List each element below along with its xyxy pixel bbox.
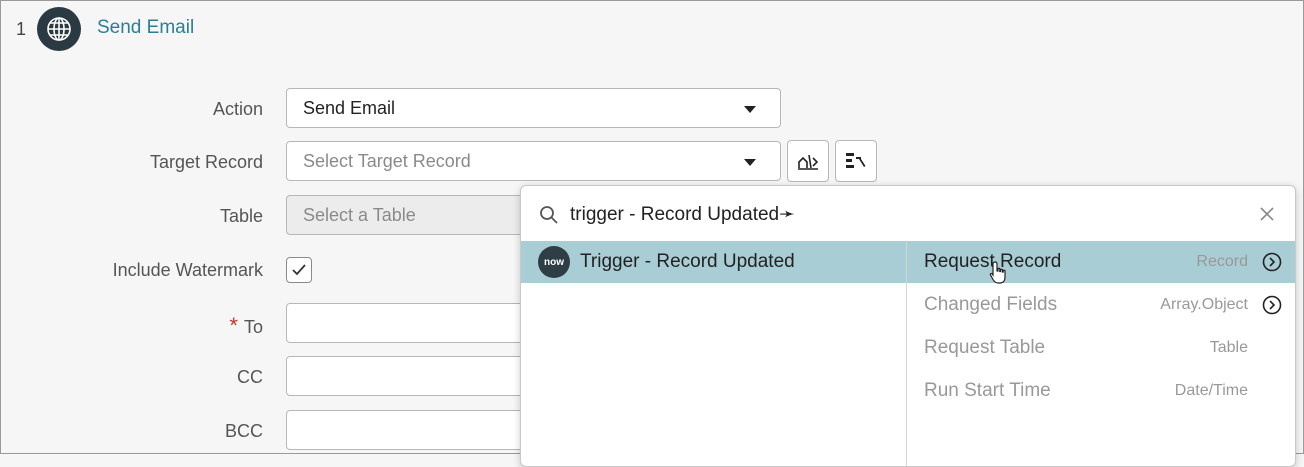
table-placeholder: Select a Table bbox=[303, 205, 416, 225]
to-label-text: To bbox=[243, 317, 263, 337]
checkmark-icon bbox=[292, 264, 306, 276]
data-pill-picker-icon bbox=[846, 153, 866, 168]
table-label: Table bbox=[219, 206, 263, 226]
action-label: Action bbox=[212, 99, 263, 119]
step-number: 1 bbox=[16, 19, 27, 39]
chevron-down-icon bbox=[744, 106, 756, 113]
action-select[interactable]: Send Email bbox=[286, 88, 781, 128]
picker-search-input[interactable]: trigger - Record Updated➛ bbox=[570, 203, 795, 226]
include-watermark-checkbox[interactable] bbox=[286, 257, 312, 283]
chevron-right-circle-icon[interactable] bbox=[1262, 295, 1282, 315]
target-record-placeholder: Select Target Record bbox=[303, 151, 471, 171]
arrow-right-icon: ➛ bbox=[779, 204, 796, 225]
picker-field-name: Request Table bbox=[924, 337, 1046, 358]
to-label: * To bbox=[229, 313, 263, 339]
picker-search-value: trigger - Record Updated bbox=[570, 204, 780, 225]
chevron-right-circle-icon[interactable] bbox=[1262, 252, 1282, 272]
cc-label: CC bbox=[237, 367, 263, 387]
close-icon[interactable] bbox=[1259, 206, 1275, 222]
picker-field-name: Changed Fields bbox=[924, 294, 1058, 315]
picker-field-name: Run Start Time bbox=[924, 380, 1051, 401]
search-icon bbox=[540, 206, 558, 224]
picker-field-type: Date/Time bbox=[1174, 382, 1248, 399]
script-icon bbox=[798, 154, 819, 170]
picker-search-row[interactable]: trigger - Record Updated➛ bbox=[521, 186, 1295, 241]
picker-field-type: Table bbox=[1209, 339, 1248, 356]
picker-field-type: Record bbox=[1196, 253, 1248, 270]
picker-field-type: Array.Object bbox=[1160, 296, 1248, 313]
now-logo-badge: now bbox=[538, 246, 570, 278]
picker-source-label: Trigger - Record Updated bbox=[580, 251, 795, 272]
target-record-label: Target Record bbox=[149, 152, 263, 172]
bcc-label: BCC bbox=[224, 421, 263, 441]
picker-field-row[interactable]: Request Record Record bbox=[907, 241, 1295, 283]
script-toggle-button[interactable] bbox=[787, 140, 829, 182]
data-pill-picker-button[interactable] bbox=[835, 140, 877, 182]
picker-field-row[interactable]: Changed Fields Array.Object bbox=[907, 284, 1295, 326]
picker-source-item[interactable]: now Trigger - Record Updated bbox=[521, 241, 906, 283]
flow-step-panel: 1 Send Email Action Send Email Target Re… bbox=[0, 0, 1304, 467]
action-value: Send Email bbox=[303, 98, 396, 118]
target-record-select[interactable]: Select Target Record bbox=[286, 141, 781, 181]
required-marker: * bbox=[229, 313, 238, 338]
chevron-down-icon bbox=[744, 159, 756, 166]
hand-cursor-icon bbox=[989, 261, 1006, 284]
picker-field-row[interactable]: Run Start Time Date/Time bbox=[907, 370, 1295, 412]
data-pill-picker-popup: trigger - Record Updated➛ now Trigger - … bbox=[520, 185, 1296, 467]
step-title-link[interactable]: Send Email bbox=[97, 17, 194, 39]
picker-field-row[interactable]: Request Table Table bbox=[907, 327, 1295, 369]
globe-icon bbox=[37, 7, 81, 51]
include-watermark-label: Include Watermark bbox=[112, 260, 263, 280]
